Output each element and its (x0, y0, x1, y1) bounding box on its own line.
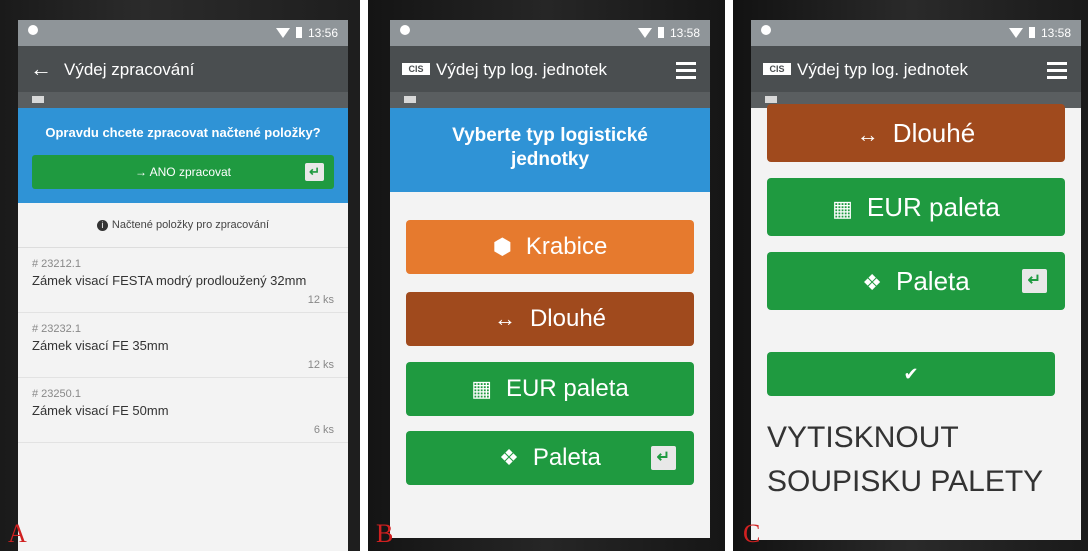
list-item[interactable]: # 23212.1 Zámek visací FESTA modrý prodl… (18, 248, 348, 313)
phone-screen-b: 13:58 CIS Výdej typ log. jednotek Vybert… (390, 20, 710, 538)
app-logo: CIS (402, 63, 430, 75)
print-line-2: SOUPISKU PALETY (767, 465, 1044, 498)
clock: 13:58 (669, 26, 700, 40)
phone-screen-a: 13:56 ← Výdej zpracování Opravdu chcete … (18, 20, 348, 551)
checkmark-icon: ✔ (903, 364, 919, 384)
list-item[interactable]: # 23232.1 Zámek visací FE 35mm 12 ks (18, 313, 348, 378)
item-name: Zámek visací FESTA modrý prodloužený 32m… (32, 273, 307, 288)
option-paleta-button[interactable]: ❖ Paleta ↵ (406, 431, 694, 485)
item-qty: 12 ks (307, 359, 334, 371)
panel-b: 13:58 CIS Výdej typ log. jednotek Vybert… (368, 0, 725, 551)
boxes-icon: ❖ (862, 270, 882, 295)
location-icon (400, 25, 410, 35)
hamburger-menu-icon[interactable] (676, 62, 696, 83)
info-icon: i (96, 220, 108, 231)
item-qty: 12 ks (307, 294, 334, 306)
wifi-icon (1008, 28, 1023, 38)
app-bar: CIS Výdej typ log. jednotek (751, 46, 1081, 92)
app-logo: CIS (763, 63, 791, 75)
option-eur-paleta-button[interactable]: ▦ EUR paleta (767, 178, 1065, 236)
battery-icon (657, 27, 664, 38)
option-label: Krabice (525, 233, 608, 260)
confirm-process-button[interactable]: → ANO zpracovat ↵ (32, 155, 334, 189)
phone-screen-c: 13:58 CIS Výdej typ log. jednotek ↔ Dlouh… (751, 20, 1081, 540)
item-name: Zámek visací FE 50mm (32, 403, 169, 418)
location-icon (761, 25, 771, 35)
confirm-check-button[interactable]: ✔ (767, 352, 1055, 396)
screen-title: Výdej typ log. jednotek (797, 60, 969, 79)
item-name: Zámek visací FE 35mm (32, 338, 169, 353)
panel-a: 13:56 ← Výdej zpracování Opravdu chcete … (0, 0, 360, 551)
confirm-button-label: ANO zpracovat (149, 165, 232, 179)
option-label: EUR paleta (506, 375, 629, 402)
sub-toolbar (390, 92, 710, 108)
status-bar: 13:58 (751, 20, 1081, 46)
option-label: EUR paleta (866, 192, 1000, 222)
panel-letter: B (376, 519, 394, 548)
status-bar: 13:56 (18, 20, 348, 46)
keyboard-icon[interactable] (765, 96, 777, 103)
hamburger-menu-icon[interactable] (1047, 62, 1067, 83)
back-arrow-icon[interactable]: ← (30, 56, 52, 82)
list-item[interactable]: # 23250.1 Zámek visací FE 50mm 6 ks (18, 378, 348, 443)
pallet-icon: ▦ (471, 376, 493, 401)
selection-heading: Vyberte typ logistické jednotky (390, 108, 710, 192)
boxes-icon: ❖ (499, 445, 519, 470)
wifi-icon (637, 28, 652, 38)
enter-key-icon: ↵ (650, 446, 676, 470)
wifi-icon (275, 28, 290, 38)
screen-title: Výdej typ log. jednotek (436, 60, 608, 79)
screen-title: Výdej zpracování (64, 60, 195, 79)
panel-letter: C (743, 519, 761, 548)
confirm-question: Opravdu chcete zpracovat načtené položky… (45, 125, 321, 140)
pallet-icon: ▦ (832, 196, 853, 221)
clock: 13:58 (1040, 26, 1071, 40)
print-line-1: VYTISKNOUT (767, 421, 959, 454)
list-header-label: Načtené položky pro zpracování (111, 219, 270, 231)
keyboard-icon[interactable] (32, 96, 44, 103)
keyboard-icon[interactable] (404, 96, 416, 103)
panel-letter: A (8, 519, 27, 548)
box-icon: ⬢ (492, 234, 512, 259)
clock: 13:56 (307, 26, 338, 40)
arrow-right-icon: → (134, 165, 150, 179)
app-bar: CIS Výdej typ log. jednotek (390, 46, 710, 92)
enter-key-icon: ↵ (1021, 269, 1047, 293)
option-label: Paleta (896, 266, 970, 296)
option-dlouhe-button[interactable]: ↔ Dlouhé (767, 104, 1065, 162)
status-bar: 13:58 (390, 20, 710, 46)
sub-toolbar (18, 92, 348, 108)
option-paleta-button[interactable]: ❖ Paleta ↵ (767, 252, 1065, 310)
option-label: Paleta (532, 444, 601, 471)
option-krabice-button[interactable]: ⬢ Krabice (406, 220, 694, 274)
option-label: Dlouhé (892, 118, 976, 148)
location-icon (28, 25, 38, 35)
app-bar: ← Výdej zpracování (18, 46, 348, 92)
option-label: Dlouhé (529, 305, 607, 332)
item-code: # 23232.1 (32, 323, 81, 335)
confirm-dialog: Opravdu chcete zpracovat načtené položky… (18, 108, 348, 203)
item-code: # 23212.1 (32, 258, 81, 270)
panel-c: 13:58 CIS Výdej typ log. jednotek ↔ Dlouh… (733, 0, 1088, 551)
print-instruction: VYTISKNOUT SOUPISKU PALETY (767, 416, 1043, 504)
arrows-horizontal-icon: ↔ (493, 306, 516, 331)
list-header: i Načtené položky pro zpracování (18, 203, 348, 248)
enter-key-icon: ↵ (305, 163, 324, 181)
battery-icon (1028, 27, 1035, 38)
option-dlouhe-button[interactable]: ↔ Dlouhé (406, 292, 694, 346)
option-eur-paleta-button[interactable]: ▦ EUR paleta (406, 362, 694, 416)
item-qty: 6 ks (313, 424, 334, 436)
arrows-horizontal-icon: ↔ (856, 122, 879, 147)
item-code: # 23250.1 (32, 388, 81, 400)
battery-icon (295, 27, 302, 38)
